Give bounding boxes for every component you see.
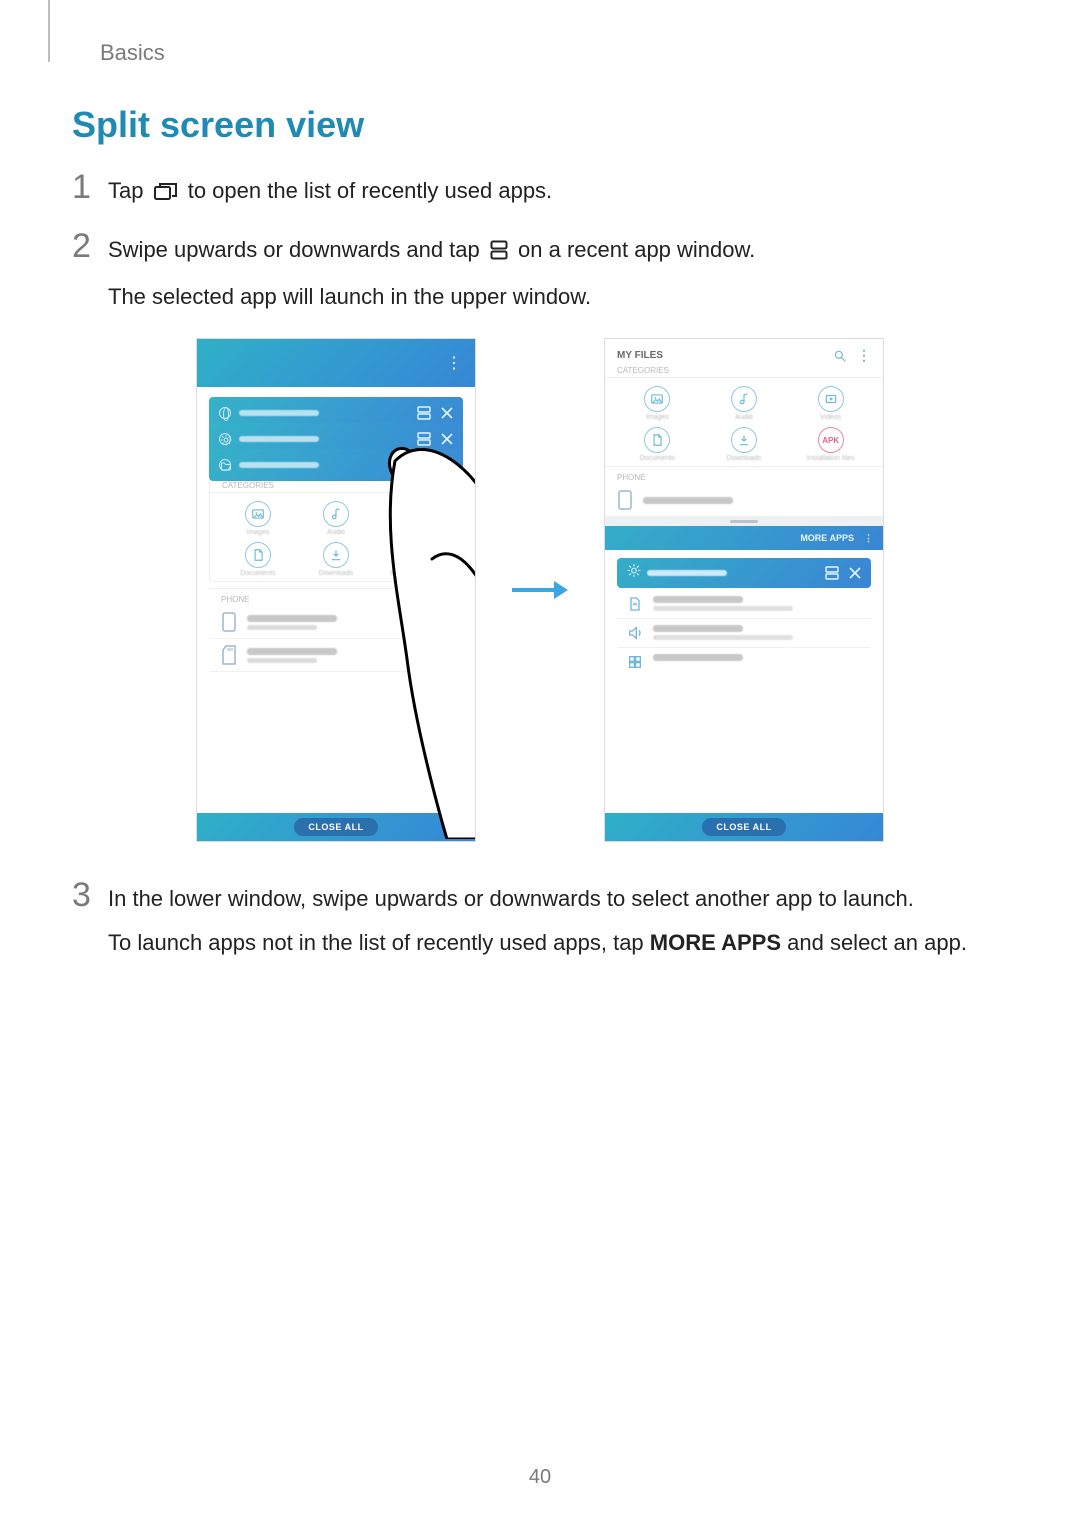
- cat-apk: APKInstallation files: [378, 542, 450, 577]
- mock-left-header: ⋮: [197, 339, 475, 387]
- settings-row-notifications: [617, 648, 871, 676]
- mock-right: MY FILES ⋮ CATEGORIES Images Audio Video…: [604, 338, 884, 842]
- more-icon: ⋮: [864, 533, 873, 544]
- step-2-text-after: on a recent app window.: [518, 237, 755, 262]
- sd-card-icon: [221, 645, 237, 665]
- cat-downloads: Downloads: [300, 542, 372, 577]
- section-label: Basics: [100, 40, 165, 66]
- my-files-header: MY FILES ⋮: [605, 339, 883, 366]
- cat-images: Images: [617, 386, 698, 421]
- close-all-bar: CLOSE ALL: [197, 813, 475, 841]
- categories-label: CATEGORIES: [210, 481, 462, 493]
- close-icon: [849, 567, 861, 579]
- heading-split-screen-view: Split screen view: [72, 104, 1008, 146]
- step-2: 2 Swipe upwards or downwards and tap on …: [72, 233, 1008, 314]
- arrow-icon: [510, 578, 570, 602]
- internal-storage-icon: [617, 490, 633, 510]
- figure-row: ⋮: [72, 338, 1008, 842]
- mock-left: ⋮: [196, 338, 476, 842]
- cat-documents: Documents: [222, 542, 294, 577]
- step-1-text-after: to open the list of recently used apps.: [188, 178, 552, 203]
- browser-icon: [219, 407, 231, 419]
- step-2-text-line2: The selected app will launch in the uppe…: [108, 280, 755, 314]
- close-icon: [441, 433, 453, 445]
- phone-section-label: PHONE: [209, 588, 463, 606]
- storage-internal: [605, 484, 883, 517]
- settings-app-icon: [627, 564, 641, 583]
- close-icon: [441, 407, 453, 419]
- split-view-icon: [417, 432, 431, 446]
- cat-downloads: Downloads: [704, 427, 785, 462]
- cat-images: Images: [222, 501, 294, 536]
- cat-documents: Documents: [617, 427, 698, 462]
- step-3-more-apps-bold: MORE APPS: [650, 930, 781, 955]
- step-1: 1 Tap to open the list of recently used …: [72, 174, 1008, 211]
- storage-sdcard: [209, 639, 463, 672]
- recent-app-card-active: [209, 449, 463, 481]
- split-view-icon: [825, 566, 839, 580]
- phone-section-label: PHONE: [605, 466, 883, 484]
- notifications-icon: [627, 654, 643, 670]
- step-3-line2-after: and select an app.: [781, 930, 967, 955]
- app-title-blur: [647, 570, 727, 576]
- recent-app-card-settings: [617, 558, 871, 588]
- split-view-icon: [417, 458, 431, 472]
- internal-storage-icon: [221, 612, 237, 632]
- cat-audio: Audio: [704, 386, 785, 421]
- more-apps-label: MORE APPS: [800, 533, 854, 543]
- settings-row-connections: [617, 590, 871, 619]
- step-number: 2: [72, 229, 108, 263]
- split-view-icon: [490, 236, 508, 270]
- step-1-text-before: Tap: [108, 178, 150, 203]
- step-3-line1: In the lower window, swipe upwards or do…: [108, 882, 967, 916]
- my-files-title: MY FILES: [617, 350, 663, 361]
- step-3-line2-before: To launch apps not in the list of recent…: [108, 930, 650, 955]
- close-all-button: CLOSE ALL: [702, 818, 785, 836]
- app-title-blur: [239, 410, 319, 416]
- close-all-bar: CLOSE ALL: [605, 813, 883, 841]
- categories-label: CATEGORIES: [605, 366, 883, 378]
- more-icon: ⋮: [446, 353, 463, 373]
- close-icon: [441, 459, 453, 471]
- step-number: 1: [72, 170, 108, 204]
- page-number: 40: [0, 1466, 1080, 1489]
- app-title-blur: [239, 436, 319, 442]
- storage-internal: [209, 606, 463, 639]
- cat-audio: Audio: [300, 501, 372, 536]
- connections-icon: [627, 596, 643, 612]
- my-files-app-icon: [219, 459, 231, 471]
- cat-videos: Videos: [378, 501, 450, 536]
- more-icon: ⋮: [857, 347, 871, 364]
- more-apps-bar: MORE APPS ⋮: [605, 526, 883, 550]
- sound-icon: [627, 625, 643, 641]
- split-divider-handle: [605, 517, 883, 526]
- settings-app-icon: [219, 433, 231, 445]
- search-icon: [833, 349, 847, 363]
- step-number: 3: [72, 878, 108, 912]
- recents-icon: [154, 177, 178, 211]
- close-all-button: CLOSE ALL: [294, 818, 377, 836]
- step-2-text-before: Swipe upwards or downwards and tap: [108, 237, 486, 262]
- cat-apk: APKInstallation files: [790, 427, 871, 462]
- settings-row-sounds: [617, 619, 871, 648]
- header-rule: [48, 0, 50, 62]
- cat-videos: Videos: [790, 386, 871, 421]
- step-3: 3 In the lower window, swipe upwards or …: [72, 882, 1008, 960]
- app-title-blur: [239, 462, 319, 468]
- split-view-icon: [417, 406, 431, 420]
